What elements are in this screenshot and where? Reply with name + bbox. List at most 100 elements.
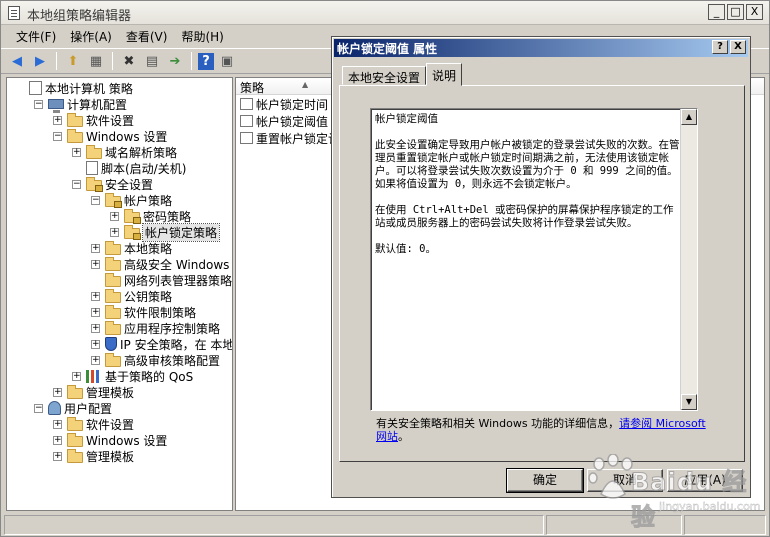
tree-item[interactable]: + 软件设置 <box>53 112 134 128</box>
folder-icon <box>67 384 83 399</box>
status-cell <box>4 515 544 535</box>
export-list-icon[interactable]: ➔ <box>165 51 185 71</box>
maximize-button[interactable]: □ <box>727 4 744 20</box>
tree-item[interactable]: − 计算机配置 <box>34 96 127 113</box>
collapse-icon[interactable]: − <box>53 131 62 141</box>
tree-item[interactable]: + 软件设置 <box>53 416 134 432</box>
forward-icon[interactable]: ▶ <box>30 51 50 71</box>
tree-item[interactable]: 网络列表管理器策略 <box>91 272 232 288</box>
tree-item[interactable]: − 安全设置 <box>72 176 153 192</box>
list-item[interactable]: 重置帐户锁定计 <box>240 130 340 146</box>
folder-icon <box>105 352 121 367</box>
tree-item[interactable]: + 域名解析策略 <box>72 144 177 160</box>
tree-item-label: 用户配置 <box>64 401 113 416</box>
expand-icon[interactable]: + <box>72 147 81 157</box>
tree-item-label: 高级审核策略配置 <box>124 353 221 368</box>
menu-help[interactable]: 帮助(H) <box>174 26 230 47</box>
collapse-icon[interactable]: − <box>34 99 43 109</box>
explain-textbox[interactable]: 帐户锁定阈值 此安全设置确定导致用户帐户被锁定的登录尝试失败的次数。在管理员重置… <box>370 108 698 411</box>
tree-item[interactable]: + Windows 设置 <box>53 432 167 448</box>
tree-item[interactable]: + 高级安全 Windows 防火 <box>91 256 232 272</box>
footer-info: 有关安全策略和相关 Windows 功能的详细信息，请参阅 Microsoft … <box>376 417 706 443</box>
tree-item[interactable]: + 应用程序控制策略 <box>91 320 220 336</box>
folder-icon <box>86 144 102 159</box>
menu-action[interactable]: 操作(A) <box>63 26 119 47</box>
expand-icon[interactable]: + <box>72 371 81 381</box>
list-item[interactable]: 帐户锁定时间 <box>240 96 328 112</box>
show-hide-tree-icon[interactable]: ▦ <box>86 51 106 71</box>
collapse-icon[interactable]: − <box>91 195 100 205</box>
tree-item[interactable]: − 用户配置 <box>34 400 112 416</box>
expand-icon[interactable]: + <box>91 259 100 269</box>
tree-item[interactable]: + 高级审核策略配置 <box>91 352 220 368</box>
expand-icon[interactable]: + <box>91 323 100 333</box>
expand-icon[interactable]: + <box>91 355 100 365</box>
scroll-down-icon[interactable]: ▼ <box>681 394 697 410</box>
expand-icon[interactable]: + <box>110 211 119 221</box>
expand-icon[interactable]: + <box>91 291 100 301</box>
expand-icon[interactable]: + <box>110 227 119 237</box>
tree-item[interactable]: + 公钥策略 <box>91 288 172 304</box>
help-icon[interactable]: ? <box>198 52 214 70</box>
scroll-up-icon[interactable]: ▲ <box>681 109 697 125</box>
tree-item[interactable]: 本地计算机 策略 <box>15 80 133 96</box>
expand-icon[interactable]: + <box>53 451 62 461</box>
tree-pane: 本地计算机 策略 − 计算机配置 + 软件设置 − Windows 设置 + 域名解析策略 脚本(… <box>6 77 233 511</box>
tree-item-label: 应用程序控制策略 <box>124 321 221 336</box>
collapse-icon[interactable]: − <box>72 179 81 189</box>
tree-item-label: 基于策略的 QoS <box>105 369 194 384</box>
up-folder-icon[interactable]: ⬆ <box>63 51 83 71</box>
properties-dialog: 帐户锁定阈值 属性 ? X 本地安全设置 说明 帐户锁定阈值 此安全设置确定导致… <box>331 36 751 498</box>
tab-local-security-setting[interactable]: 本地安全设置 <box>342 66 427 85</box>
column-policy[interactable]: 策略 <box>240 79 264 96</box>
minimize-button[interactable]: _ <box>708 4 725 20</box>
delete-icon[interactable]: ✖ <box>119 51 139 71</box>
folder-icon <box>67 416 83 431</box>
menu-file[interactable]: 文件(F) <box>9 26 63 47</box>
list-item-label: 帐户锁定阈值 <box>256 114 329 129</box>
toolbar-separator <box>56 52 57 70</box>
folder-icon <box>105 320 121 335</box>
apply-button[interactable]: 应用(A) <box>667 469 743 492</box>
close-button[interactable]: X <box>746 4 763 20</box>
tree-item[interactable]: + 管理模板 <box>53 384 134 400</box>
tree-item[interactable]: + 基于策略的 QoS <box>72 368 193 384</box>
expand-icon[interactable]: + <box>91 307 100 317</box>
tree-item[interactable]: − Windows 设置 <box>53 128 167 144</box>
lock-folder-icon <box>86 176 103 192</box>
tree-item[interactable]: + 管理模板 <box>53 448 134 464</box>
list-item-label: 帐户锁定时间 <box>256 97 329 112</box>
properties-icon[interactable]: ▤ <box>142 51 162 71</box>
tree-item[interactable]: + 软件限制策略 <box>91 304 196 320</box>
expand-icon[interactable]: + <box>91 243 100 253</box>
expand-icon[interactable]: + <box>53 419 62 429</box>
list-item[interactable]: 帐户锁定阈值 <box>240 113 328 129</box>
window-title: 本地组策略编辑器 <box>27 9 132 24</box>
expand-icon[interactable]: + <box>91 339 100 349</box>
dialog-close-button[interactable]: X <box>730 40 746 54</box>
back-icon[interactable]: ◀ <box>7 51 27 71</box>
policy-setting-icon <box>240 115 253 127</box>
tree-item[interactable]: 脚本(启动/关机) <box>72 160 186 176</box>
tree-item[interactable]: + 本地策略 <box>91 240 172 256</box>
vertical-scrollbar[interactable]: ▲ ▼ <box>680 109 697 410</box>
tree-item-label: 软件限制策略 <box>124 305 197 320</box>
folder-icon <box>105 272 121 287</box>
tree-item-label: 软件设置 <box>86 113 135 128</box>
expand-icon[interactable]: + <box>53 115 62 125</box>
collapse-icon[interactable]: − <box>34 403 43 413</box>
tab-explain[interactable]: 说明 <box>426 63 463 86</box>
menu-view[interactable]: 查看(V) <box>119 26 175 47</box>
tree-item[interactable]: + 帐户锁定策略 <box>110 222 221 242</box>
help-button[interactable]: ? <box>712 40 728 54</box>
tree-item[interactable]: + IP 安全策略，在 本地 <box>91 336 232 352</box>
ok-button[interactable]: 确定 <box>506 468 584 493</box>
cancel-button[interactable]: 取消 <box>587 469 663 492</box>
tree-item[interactable]: + 密码策略 <box>110 208 191 224</box>
policy-setting-icon <box>240 98 253 110</box>
tree-item[interactable]: − 帐户策略 <box>91 192 172 208</box>
expand-icon[interactable]: + <box>53 435 62 445</box>
view-icon[interactable]: ▣ <box>217 51 237 71</box>
expand-icon[interactable]: + <box>53 387 62 397</box>
tree-item-label: 本地策略 <box>124 241 173 256</box>
